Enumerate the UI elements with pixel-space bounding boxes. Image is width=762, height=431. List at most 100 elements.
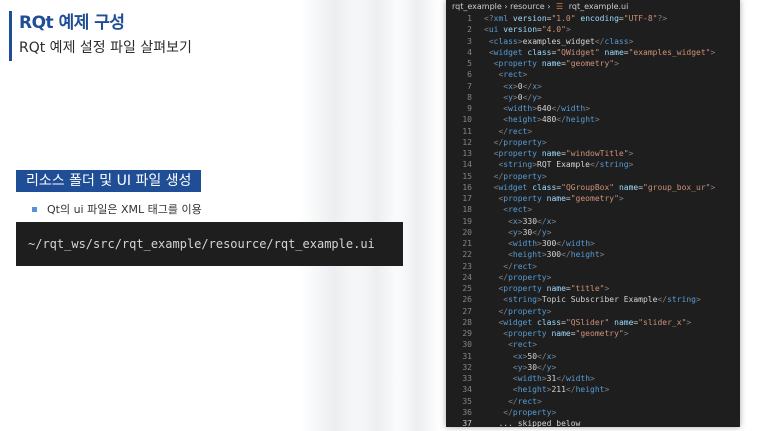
line-code: <string>RQT Example</string> [484,159,633,170]
code-line[interactable]: 8 <y>0</y> [446,92,740,103]
line-code: <height>480</height> [484,114,599,125]
code-line[interactable]: 14 <string>RQT Example</string> [446,159,740,170]
code-line[interactable]: 28 <widget class="QSlider" name="slider_… [446,317,740,328]
code-line[interactable]: 32 <y>30</y> [446,362,740,373]
code-line[interactable]: 33 <width>31</width> [446,373,740,384]
code-line[interactable]: 34 <height>211</height> [446,384,740,395]
code-line[interactable]: 26 <string>Topic Subscriber Example</str… [446,294,740,305]
code-token: > [686,317,692,327]
line-number: 17 [462,194,472,203]
code-lines[interactable]: 1 <?xml version="1.0" encoding="UTF-8"?> 2… [446,13,740,427]
code-line[interactable]: 20 <y>30</y> [446,227,740,238]
code-line[interactable]: 7 <x>0</x> [446,81,740,92]
code-token: > [527,126,533,136]
code-line[interactable]: 18 <rect> [446,204,740,215]
code-token: </ [556,115,566,125]
code-token: encoding [580,14,619,23]
code-line[interactable]: 30 <rect> [446,339,740,350]
code-line[interactable]: 12 </property> [446,137,740,148]
code-token: > [590,374,595,383]
code-line[interactable]: 2 <ui version="4.0"> [446,24,740,35]
code-line[interactable]: 22 <height>300</height> [446,249,740,260]
line-code: <rect> [484,69,527,80]
code-token: > [546,227,552,237]
code-token: > [541,171,547,181]
line-number: 9 [467,104,472,113]
line-number: 12 [462,137,472,147]
code-line[interactable]: 35 </rect> [446,396,740,407]
code-token: </ [657,295,668,305]
line-number: 21 [462,239,472,248]
line-number: 8 [467,92,472,102]
breadcrumb-item-file[interactable]: rqt_example.ui [569,2,629,11]
line-code: <y>30</y> [484,362,556,373]
line-number: 3 [467,36,472,46]
code-token: property [503,171,542,181]
bullet-square-icon [32,206,37,212]
code-line[interactable]: 25 <property name="title"> [446,283,740,294]
breadcrumb-separator: › [547,2,551,11]
code-line[interactable]: 11 </rect> [446,126,740,137]
line-code: <?xml version="1.0" encoding="UTF-8"?> [484,13,667,24]
code-line[interactable]: 24 </property> [446,272,740,283]
line-code: <property name="geometry"> [484,328,628,339]
code-token: </ [493,137,504,147]
code-line[interactable]: 23 </rect> [446,261,740,272]
code-token: </ [551,104,562,113]
code-token: </ [537,216,547,226]
code-line[interactable]: 4 <widget class="QWidget" name="examples… [446,47,740,58]
breadcrumb-item-resource[interactable]: resource [510,2,545,11]
code-token: > [599,250,605,260]
code-line[interactable]: 19 <x>330</x> [446,216,740,227]
code-token: > [614,59,619,68]
code-token: > [551,362,557,372]
code-token: "group_box_ur" [643,182,711,192]
code-line[interactable]: 36 </property> [446,407,740,418]
line-number: 33 [462,374,472,383]
line-number: 31 [462,351,472,361]
code-token: 211 [551,385,566,395]
code-line[interactable]: 5 <property name="geometry"> [446,58,740,69]
code-token: width [508,104,533,113]
code-line[interactable]: 1 <?xml version="1.0" encoding="UTF-8"?> [446,13,740,24]
code-token: rect [512,261,533,271]
line-code: <rect> [484,204,532,215]
code-token: <? [484,14,494,23]
code-line[interactable]: 37 ... skipped below [446,418,740,427]
code-line[interactable]: 27 </property> [446,306,740,317]
code-line[interactable]: 17 <property name="geometry"> [446,193,740,204]
line-number: 26 [462,295,472,305]
code-token: 30 [527,362,538,372]
code-line[interactable]: 6 <rect> [446,69,740,80]
code-line[interactable]: 10 <height>480</height> [446,114,740,125]
code-line[interactable]: 13 <property name="windowTitle"> [446,148,740,159]
code-line[interactable]: 29 <property name="geometry"> [446,328,740,339]
code-token: > [585,104,591,113]
line-code: </rect> [484,261,537,272]
code-token: > [565,25,571,35]
line-number: 34 [462,385,472,395]
line-code: <rect> [484,339,537,350]
code-editor: rqt_example › resource › ☰ rqt_example.u… [446,0,740,427]
code-line[interactable]: 3 <class>examples_widget</class> [446,36,740,47]
code-line[interactable]: 21 <width>300</width> [446,238,740,249]
code-token: "examples_widget" [628,47,711,57]
code-line[interactable]: 9 <width>640</width> [446,103,740,114]
breadcrumb-item-rqt-example[interactable]: rqt_example [452,2,502,11]
code-line[interactable]: 15 </property> [446,171,740,182]
code-token: "QWidget" [556,47,600,57]
code-token: name [541,59,562,68]
code-line[interactable]: 16 <widget class="QGroupBox" name="group… [446,182,740,193]
line-code: <width>300</width> [484,238,595,249]
code-token: > [541,137,547,147]
code-token: > [532,340,538,350]
code-line[interactable]: 31 <x>50</x> [446,351,740,362]
code-token: width [565,374,591,383]
